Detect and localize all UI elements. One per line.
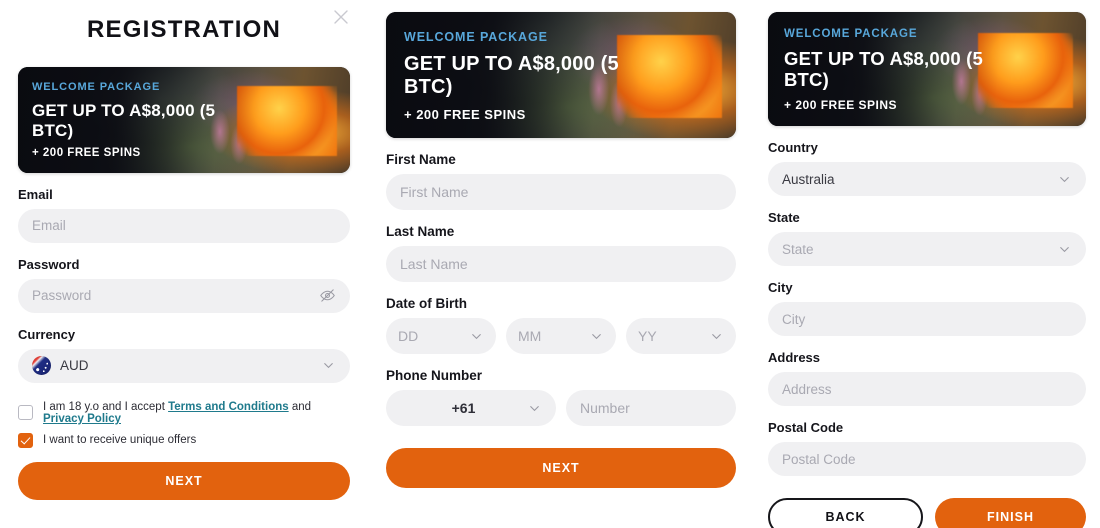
welcome-package-banner: WELCOME PACKAGE GET UP TO A$8,000 (5 BTC…	[768, 12, 1086, 126]
postal-code-placeholder: Postal Code	[782, 451, 856, 467]
banner-subline: + 200 FREE SPINS	[32, 147, 141, 160]
offers-consent-row[interactable]: I want to receive unique offers	[18, 432, 350, 448]
close-icon[interactable]	[330, 6, 352, 28]
eye-off-icon[interactable]	[319, 287, 336, 304]
phone-number-field-group: Phone Number +61 Number	[386, 368, 736, 426]
password-input[interactable]: Password	[18, 278, 350, 313]
last-name-input[interactable]: Last Name	[386, 246, 736, 282]
address-input[interactable]: Address	[768, 372, 1086, 406]
chevron-down-icon[interactable]	[469, 329, 484, 344]
step2-next-button[interactable]: NEXT	[386, 448, 736, 488]
privacy-policy-link[interactable]: Privacy Policy	[43, 413, 121, 425]
australia-flag-icon	[32, 356, 51, 376]
chevron-down-icon[interactable]	[321, 358, 336, 373]
email-label: Email	[18, 186, 53, 202]
terms-consent-row[interactable]: I am 18 y.o and I accept Terms and Condi…	[18, 401, 350, 425]
first-name-label: First Name	[386, 152, 456, 167]
password-field-group: Password Password	[18, 257, 350, 313]
currency-select[interactable]: AUD	[18, 348, 350, 383]
step3-footer-buttons: BACK FINISH	[768, 498, 1086, 528]
banner-headline: GET UP TO A$8,000 (5 BTC)	[32, 100, 216, 140]
chevron-down-icon[interactable]	[589, 329, 604, 344]
registration-step-3-panel: WELCOME PACKAGE GET UP TO A$8,000 (5 BTC…	[754, 0, 1100, 528]
address-label: Address	[768, 350, 821, 365]
welcome-package-banner: WELCOME PACKAGE GET UP TO A$8,000 (5 BTC…	[386, 12, 736, 138]
back-button[interactable]: BACK	[768, 498, 923, 528]
phone-number-input[interactable]: Number	[566, 390, 736, 426]
terms-text-before: I am 18 y.o and I accept	[43, 400, 165, 413]
chevron-down-icon[interactable]	[1057, 172, 1072, 187]
city-label: City	[768, 280, 793, 295]
dob-year-select[interactable]: YY	[626, 318, 736, 354]
chevron-down-icon[interactable]	[527, 401, 542, 416]
email-field-group: Email Email	[18, 187, 350, 243]
date-of-birth-field-group: Date of Birth DD MM YY	[386, 296, 736, 354]
phone-number-placeholder: Number	[580, 400, 630, 416]
phone-number-label: Phone Number	[386, 368, 483, 383]
step1-next-button[interactable]: NEXT	[18, 461, 350, 500]
dob-month-value: MM	[518, 328, 542, 344]
dob-day-value: DD	[398, 328, 419, 344]
first-name-field-group: First Name First Name	[386, 152, 736, 210]
registration-step-2-panel: WELCOME PACKAGE GET UP TO A$8,000 (5 BTC…	[368, 0, 754, 528]
dob-month-select[interactable]: MM	[506, 318, 616, 354]
currency-field-group: Currency AUD	[18, 327, 350, 383]
terms-consent-text: I am 18 y.o and I accept Terms and Condi…	[43, 401, 350, 425]
chevron-down-icon[interactable]	[709, 329, 724, 344]
last-name-field-group: Last Name Last Name	[386, 224, 736, 282]
state-field-group: State State	[768, 210, 1086, 266]
first-name-placeholder: First Name	[400, 184, 469, 200]
currency-value: AUD	[60, 358, 89, 374]
first-name-input[interactable]: First Name	[386, 174, 736, 210]
banner-kicker: WELCOME PACKAGE	[32, 80, 161, 93]
registration-step-1-panel: REGISTRATION WELCOME PACKAGE GET UP TO A…	[0, 0, 368, 528]
banner-headline: GET UP TO A$8,000 (5 BTC)	[404, 53, 619, 99]
welcome-package-banner: WELCOME PACKAGE GET UP TO A$8,000 (5 BTC…	[18, 66, 350, 173]
chevron-down-icon[interactable]	[1057, 242, 1072, 257]
page-title: REGISTRATION	[87, 16, 281, 43]
banner-headline: GET UP TO A$8,000 (5 BTC)	[784, 48, 984, 91]
address-field-group: Address Address	[768, 350, 1086, 406]
state-label: State	[768, 210, 800, 225]
dob-day-select[interactable]: DD	[386, 318, 496, 354]
consent-checkbox-group: I am 18 y.o and I accept Terms and Condi…	[18, 401, 350, 448]
date-of-birth-row: DD MM YY	[386, 318, 736, 354]
offers-consent-text: I want to receive unique offers	[43, 434, 197, 447]
city-field-group: City City	[768, 280, 1086, 336]
country-value: Australia	[782, 171, 835, 187]
offers-checkbox[interactable]	[18, 432, 33, 448]
postal-code-label: Postal Code	[768, 420, 844, 435]
banner-subline: + 200 FREE SPINS	[404, 107, 526, 123]
state-select[interactable]: State	[768, 232, 1086, 266]
terms-and-conditions-link[interactable]: Terms and Conditions	[168, 401, 289, 413]
phone-country-code-select[interactable]: +61	[386, 390, 556, 426]
state-placeholder: State	[782, 241, 814, 257]
dob-year-value: YY	[638, 328, 657, 344]
terms-checkbox[interactable]	[18, 405, 33, 421]
terms-text-middle: and	[291, 400, 312, 413]
country-field-group: Country Australia	[768, 140, 1086, 196]
banner-kicker: WELCOME PACKAGE	[404, 30, 548, 44]
postal-code-field-group: Postal Code Postal Code	[768, 420, 1086, 476]
city-input[interactable]: City	[768, 302, 1086, 336]
country-label: Country	[768, 140, 818, 155]
country-select[interactable]: Australia	[768, 162, 1086, 196]
registration-screens: REGISTRATION WELCOME PACKAGE GET UP TO A…	[0, 0, 1100, 528]
password-placeholder: Password	[32, 288, 92, 304]
city-placeholder: City	[782, 311, 806, 327]
postal-code-input[interactable]: Postal Code	[768, 442, 1086, 476]
date-of-birth-label: Date of Birth	[386, 296, 467, 311]
last-name-label: Last Name	[386, 224, 455, 239]
banner-kicker: WELCOME PACKAGE	[784, 28, 918, 40]
last-name-placeholder: Last Name	[400, 256, 468, 272]
currency-label: Currency	[18, 326, 76, 342]
address-placeholder: Address	[782, 381, 832, 397]
finish-button[interactable]: FINISH	[935, 498, 1086, 528]
password-label: Password	[18, 256, 80, 272]
phone-country-code-value: +61	[451, 400, 476, 416]
email-input[interactable]: Email	[18, 208, 350, 243]
phone-number-row: +61 Number	[386, 390, 736, 426]
banner-subline: + 200 FREE SPINS	[784, 97, 898, 112]
email-placeholder: Email	[32, 218, 66, 234]
